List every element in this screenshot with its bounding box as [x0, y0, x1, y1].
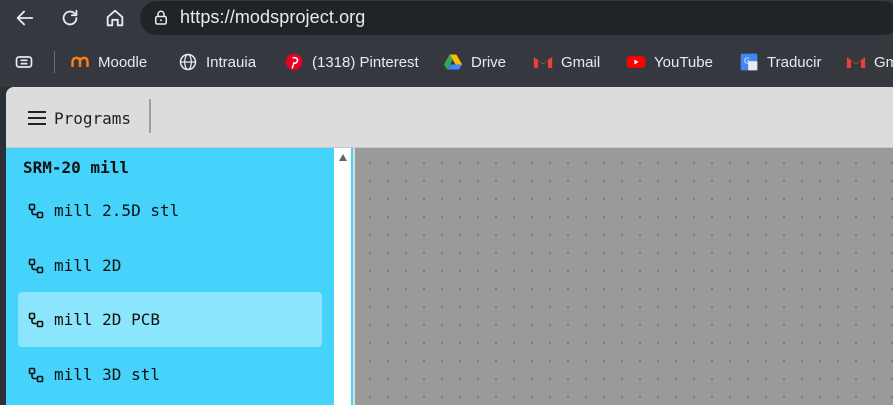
program-item-mill-3d-stl[interactable]: mill 3D stl — [18, 347, 322, 402]
bookmark-drive[interactable]: Drive — [443, 51, 506, 73]
program-item-mill-2-5d-stl[interactable]: mill 2.5D stl — [18, 183, 322, 238]
svg-text:G: G — [744, 57, 750, 66]
browser-toolbar: https://modsproject.org — [0, 0, 893, 37]
tab-list-icon — [14, 52, 34, 72]
youtube-icon — [626, 52, 646, 72]
address-bar[interactable]: https://modsproject.org — [140, 1, 893, 35]
scroll-up-arrow-icon[interactable] — [339, 154, 347, 161]
drive-icon — [443, 52, 463, 72]
program-item-mill-2d-pcb[interactable]: mill 2D PCB — [18, 292, 322, 347]
hamburger-menu-icon — [28, 111, 46, 125]
machine-heading: SRM-20 mill — [23, 158, 129, 177]
reload-button[interactable] — [55, 4, 85, 32]
program-item-mill-2d[interactable]: mill 2D — [18, 238, 322, 293]
gmail-icon — [533, 52, 553, 72]
bookmark-moodle[interactable]: Moodle — [70, 51, 147, 73]
bookmark-pinterest[interactable]: (1318) Pinterest — [284, 51, 419, 73]
app-toolbar: Programs — [6, 87, 893, 148]
bookmark-gmail[interactable]: Gmail — [533, 51, 600, 73]
bookmark-youtube[interactable]: YouTube — [626, 51, 713, 73]
bookmark-traducir[interactable]: G Traducir — [739, 51, 821, 73]
back-arrow-icon — [16, 10, 34, 26]
moodle-icon — [70, 52, 90, 72]
translate-icon: G — [739, 52, 759, 72]
url-text: https://modsproject.org — [180, 7, 366, 27]
mods-app: Programs SRM-20 mill mill 2.5D stl mill … — [6, 87, 893, 405]
toolbar-divider — [149, 99, 151, 133]
programs-sidebar: SRM-20 mill mill 2.5D stl mill 2D mill 2… — [6, 148, 334, 405]
workflow-icon — [28, 312, 44, 327]
gmail-icon — [846, 52, 866, 72]
sidebar-scrollbar[interactable] — [334, 148, 353, 405]
bookmark-gmail-2[interactable]: Gm — [846, 51, 893, 73]
back-button[interactable] — [10, 4, 40, 32]
reload-icon — [62, 9, 78, 26]
bookmark-intrauia[interactable]: Intrauia — [178, 51, 256, 73]
workflow-icon — [28, 258, 44, 273]
home-icon — [106, 9, 124, 27]
workspace-canvas[interactable] — [355, 148, 893, 405]
home-button[interactable] — [100, 4, 130, 32]
globe-icon — [178, 52, 198, 72]
bookmarks-divider — [54, 51, 55, 73]
tab-search-button[interactable] — [14, 51, 34, 73]
workflow-icon — [28, 367, 44, 382]
site-info-icon[interactable] — [152, 9, 170, 27]
programs-menu-button[interactable]: Programs — [28, 105, 131, 131]
pinterest-icon — [284, 52, 304, 72]
bookmarks-bar: Moodle Intrauia (1318) Pinterest Drive G… — [0, 37, 893, 87]
workflow-icon — [28, 203, 44, 218]
